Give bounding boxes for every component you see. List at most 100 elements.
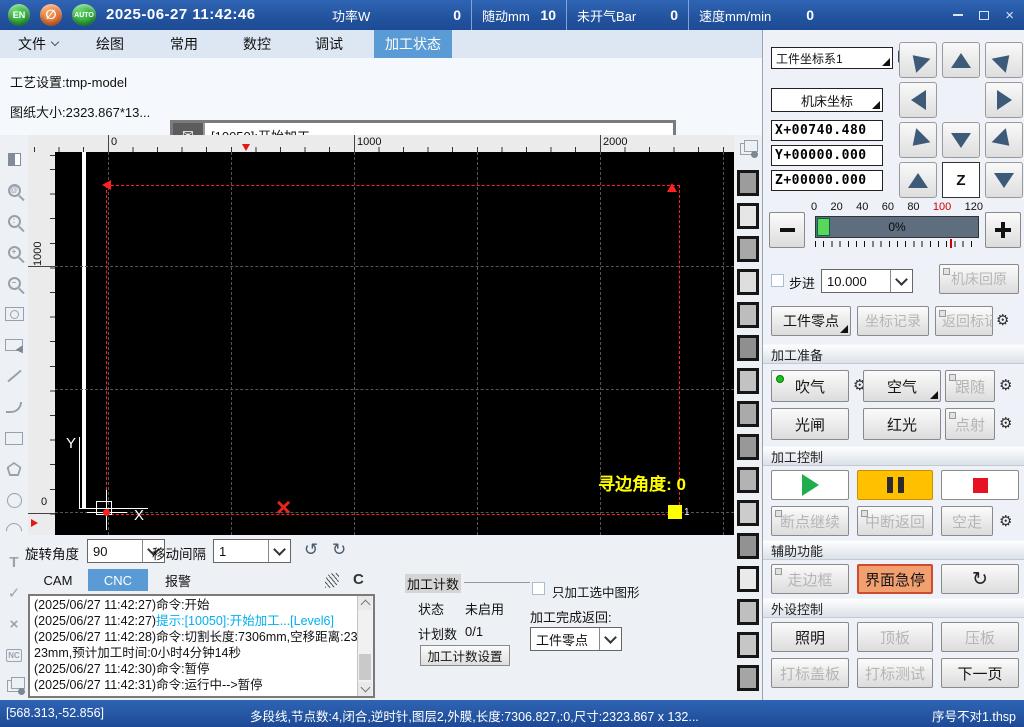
menu-item-3[interactable]: 常用 [166, 30, 202, 58]
next-page-button[interactable]: 下一页 [941, 658, 1019, 688]
mark-test-button[interactable]: 打标测试 [857, 658, 933, 688]
auto-mode-badge-icon[interactable]: AUTO [72, 4, 96, 26]
draw-line-icon[interactable] [0, 362, 28, 390]
return-mark-button[interactable]: 返回标记 [935, 306, 993, 336]
zoom-out-icon[interactable]: − [0, 269, 28, 297]
draw-polyline-icon[interactable] [0, 393, 28, 421]
selected-shape-outline[interactable] [106, 185, 680, 515]
work-coord-system-select[interactable]: 工件坐标系1 [771, 47, 893, 69]
coord-record-button[interactable]: 坐标记录 [857, 306, 929, 336]
feather-icon[interactable] [325, 573, 339, 588]
layer-swatch-4[interactable] [737, 269, 759, 295]
layer-swatch-12[interactable] [737, 533, 759, 559]
layer-swatch-7[interactable] [737, 368, 759, 394]
jog-right-button[interactable] [985, 82, 1023, 118]
close-icon[interactable]: × [1005, 8, 1014, 23]
shutter-button[interactable]: 光闸 [771, 408, 849, 440]
jog-up-right-button[interactable] [985, 42, 1023, 78]
draw-polygon-icon[interactable] [0, 455, 28, 483]
layer-swatch-14[interactable] [737, 599, 759, 625]
layers-icon[interactable] [740, 143, 754, 155]
no-entry-badge-icon[interactable]: ∅ [40, 4, 62, 26]
layer-swatch-2[interactable] [737, 203, 759, 229]
jog-down-left-button[interactable] [899, 122, 937, 158]
zoom-all-icon[interactable]: : [0, 207, 28, 235]
speed-slider[interactable]: 0% [815, 216, 979, 238]
scrollbar-thumb[interactable] [359, 654, 371, 680]
layer-swatch-6[interactable] [737, 335, 759, 361]
jog-up-left-button[interactable] [899, 42, 937, 78]
interrupt-return-button[interactable]: 中断返回 [857, 506, 933, 536]
draw-rect-icon[interactable] [0, 424, 28, 452]
ui-emergency-stop-button[interactable]: 界面急停 [857, 564, 933, 594]
menu-item-5[interactable]: 调试 [311, 30, 347, 58]
z-up-button[interactable] [899, 162, 937, 198]
spot-shot-button[interactable]: 点射 [945, 408, 995, 440]
chevron-down-icon[interactable] [599, 628, 621, 650]
trace-frame-button[interactable]: 走边框 [771, 564, 849, 594]
only-selected-checkbox[interactable] [532, 582, 545, 595]
press-plate-button[interactable]: 压板 [941, 622, 1019, 652]
process-settings-label[interactable]: 工艺设置:tmp-model [10, 72, 127, 91]
minimize-icon[interactable] [953, 14, 963, 16]
speed-plus-button[interactable] [985, 212, 1021, 248]
return-position-select[interactable]: 工件零点 [530, 627, 622, 651]
rotate-cw-cube-icon[interactable]: ↻ [332, 540, 346, 560]
lighting-button[interactable]: 照明 [771, 622, 849, 652]
follow-button[interactable]: 跟随 [945, 370, 995, 402]
log-scrollbar[interactable] [357, 596, 373, 696]
z-down-button[interactable] [985, 162, 1023, 198]
zoom-object-icon[interactable]: @ [0, 176, 28, 204]
blow-button[interactable]: 吹气 [771, 370, 849, 402]
start-button[interactable] [771, 470, 849, 500]
menu-item-4[interactable]: 数控 [239, 30, 275, 58]
step-value-select[interactable]: 10.000 [821, 269, 913, 293]
zoom-window-icon[interactable] [0, 300, 28, 328]
jog-left-button[interactable] [899, 82, 937, 118]
jog-down-right-button[interactable] [985, 122, 1023, 158]
layer-swatch-3[interactable] [737, 236, 759, 262]
work-zero-button[interactable]: 工件零点 [771, 306, 851, 336]
step-checkbox[interactable] [771, 274, 784, 287]
log-tab-CNC[interactable]: CNC [88, 569, 148, 591]
nc-icon[interactable]: NC [0, 641, 28, 669]
rotate-ccw-cube-icon[interactable]: ↺ [304, 540, 318, 560]
log-tab-CAM[interactable]: CAM [28, 569, 88, 591]
layer-swatch-9[interactable] [737, 434, 759, 460]
chevron-down-icon[interactable] [890, 270, 912, 292]
chevron-down-icon[interactable] [268, 540, 290, 562]
jog-down-button[interactable] [942, 122, 980, 158]
speed-slider-thumb[interactable] [817, 218, 830, 236]
counter-settings-button[interactable]: 加工计数设置 [420, 645, 510, 666]
scroll-down-icon[interactable] [358, 682, 372, 696]
layer-swatch-15[interactable] [737, 632, 759, 658]
layer-swatch-1[interactable] [737, 170, 759, 196]
jog-up-button[interactable] [942, 42, 980, 78]
clear-log-icon[interactable]: C [353, 571, 364, 588]
layer-swatch-10[interactable] [737, 467, 759, 493]
draw-circle-icon[interactable] [0, 486, 28, 514]
layer-swatch-8[interactable] [737, 401, 759, 427]
layer-swatch-11[interactable] [737, 500, 759, 526]
display-range-icon[interactable] [0, 145, 28, 173]
cancel-icon[interactable]: × [0, 610, 28, 638]
gear-icon[interactable]: ⚙ [996, 313, 1009, 328]
top-plate-button[interactable]: 顶板 [857, 622, 933, 652]
move-step-select[interactable]: 1 [213, 539, 291, 563]
pause-button[interactable] [857, 470, 933, 500]
language-badge-icon[interactable]: EN [8, 4, 30, 26]
scroll-up-icon[interactable] [358, 596, 372, 610]
apply-icon[interactable]: ✓ [0, 579, 28, 607]
gear-icon[interactable]: ⚙ [999, 378, 1012, 393]
layer-swatch-16[interactable] [737, 665, 759, 691]
log-tab-报警[interactable]: 报警 [148, 569, 208, 591]
refresh-button[interactable]: ↻ [941, 564, 1019, 594]
layer-settings-icon[interactable] [0, 672, 28, 700]
stop-button[interactable] [941, 470, 1019, 500]
menu-item-2[interactable]: 绘图 [92, 30, 128, 58]
dry-run-button[interactable]: 空走 [941, 506, 993, 536]
z-axis-indicator[interactable]: Z [942, 162, 980, 198]
layer-swatch-5[interactable] [737, 302, 759, 328]
zoom-in-icon[interactable]: + [0, 238, 28, 266]
speed-minus-button[interactable] [769, 212, 805, 248]
